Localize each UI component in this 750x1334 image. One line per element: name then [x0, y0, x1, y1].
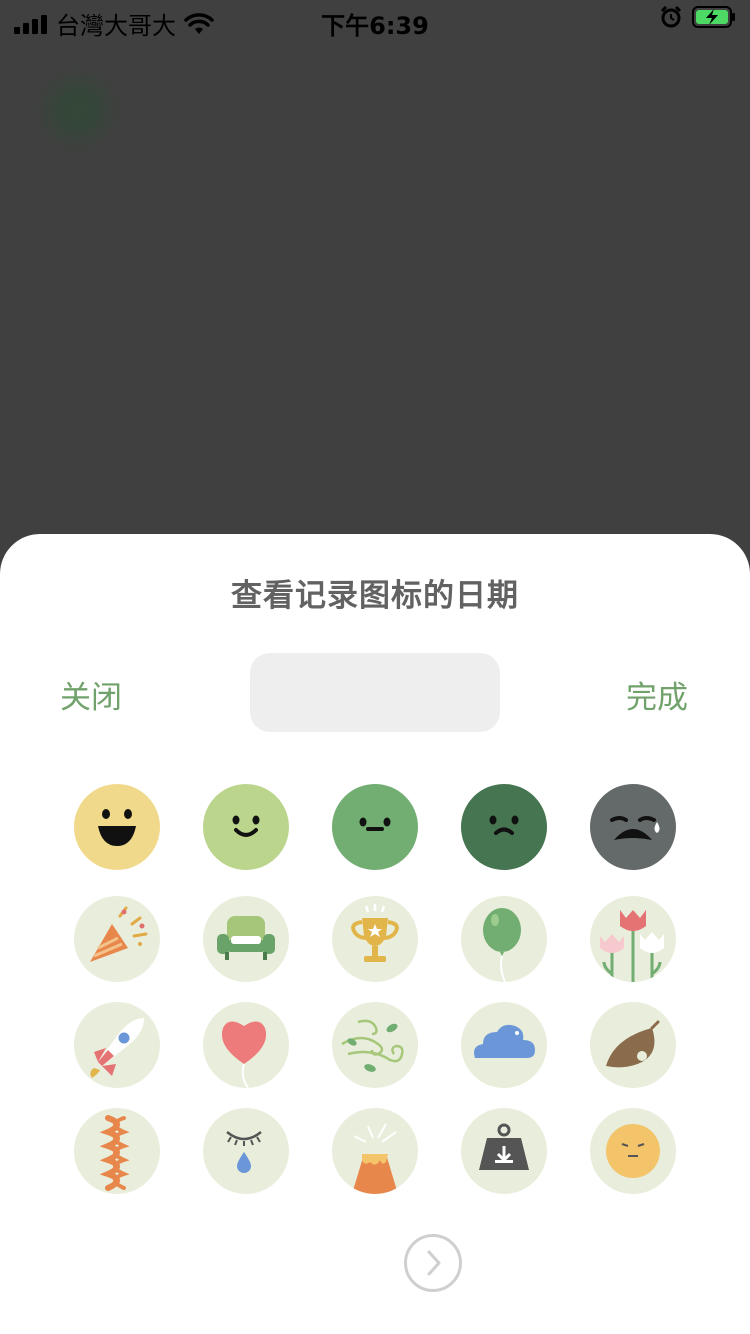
- alarm-icon: [660, 6, 682, 28]
- dry-leaf-icon[interactable]: [590, 1002, 676, 1088]
- twisted-rope-icon[interactable]: [74, 1108, 160, 1194]
- wind-leaves-icon[interactable]: [332, 1002, 418, 1088]
- balloon-icon[interactable]: [461, 896, 547, 982]
- icon-grid: [0, 782, 750, 1202]
- heart-balloon-icon[interactable]: [203, 1002, 289, 1088]
- smile-face-icon[interactable]: [203, 784, 289, 870]
- party-popper-icon[interactable]: [74, 896, 160, 982]
- next-page-button[interactable]: [404, 1234, 462, 1292]
- battery-icon: [692, 6, 735, 28]
- date-picker-sheet: 查看记录图标的日期 关闭 完成: [0, 534, 750, 1334]
- cloud-icon[interactable]: [461, 1002, 547, 1088]
- status-bar: 台灣大哥大 下午6:39: [0, 0, 750, 40]
- trophy-icon[interactable]: [332, 896, 418, 982]
- grin-face-icon[interactable]: [74, 784, 160, 870]
- done-button[interactable]: 完成: [626, 672, 688, 717]
- status-time: 下午6:39: [321, 12, 429, 40]
- frown-face-icon[interactable]: [461, 784, 547, 870]
- neutral-face-icon[interactable]: [332, 784, 418, 870]
- sofa-icon[interactable]: [203, 896, 289, 982]
- volcano-icon[interactable]: [332, 1108, 418, 1194]
- closed-eye-tear-icon[interactable]: [203, 1108, 289, 1194]
- tulips-icon[interactable]: [590, 896, 676, 982]
- background-avatar: [48, 80, 108, 140]
- chevron-right-icon: [427, 1250, 441, 1276]
- date-display[interactable]: [250, 653, 500, 732]
- status-right: [660, 6, 736, 28]
- crying-face-icon[interactable]: [590, 784, 676, 870]
- weight-icon[interactable]: [461, 1108, 547, 1194]
- rocket-icon[interactable]: [74, 1002, 160, 1088]
- sleepy-face-icon[interactable]: [590, 1108, 676, 1194]
- close-button[interactable]: 关闭: [60, 672, 122, 717]
- sheet-title: 查看记录图标的日期: [231, 578, 519, 614]
